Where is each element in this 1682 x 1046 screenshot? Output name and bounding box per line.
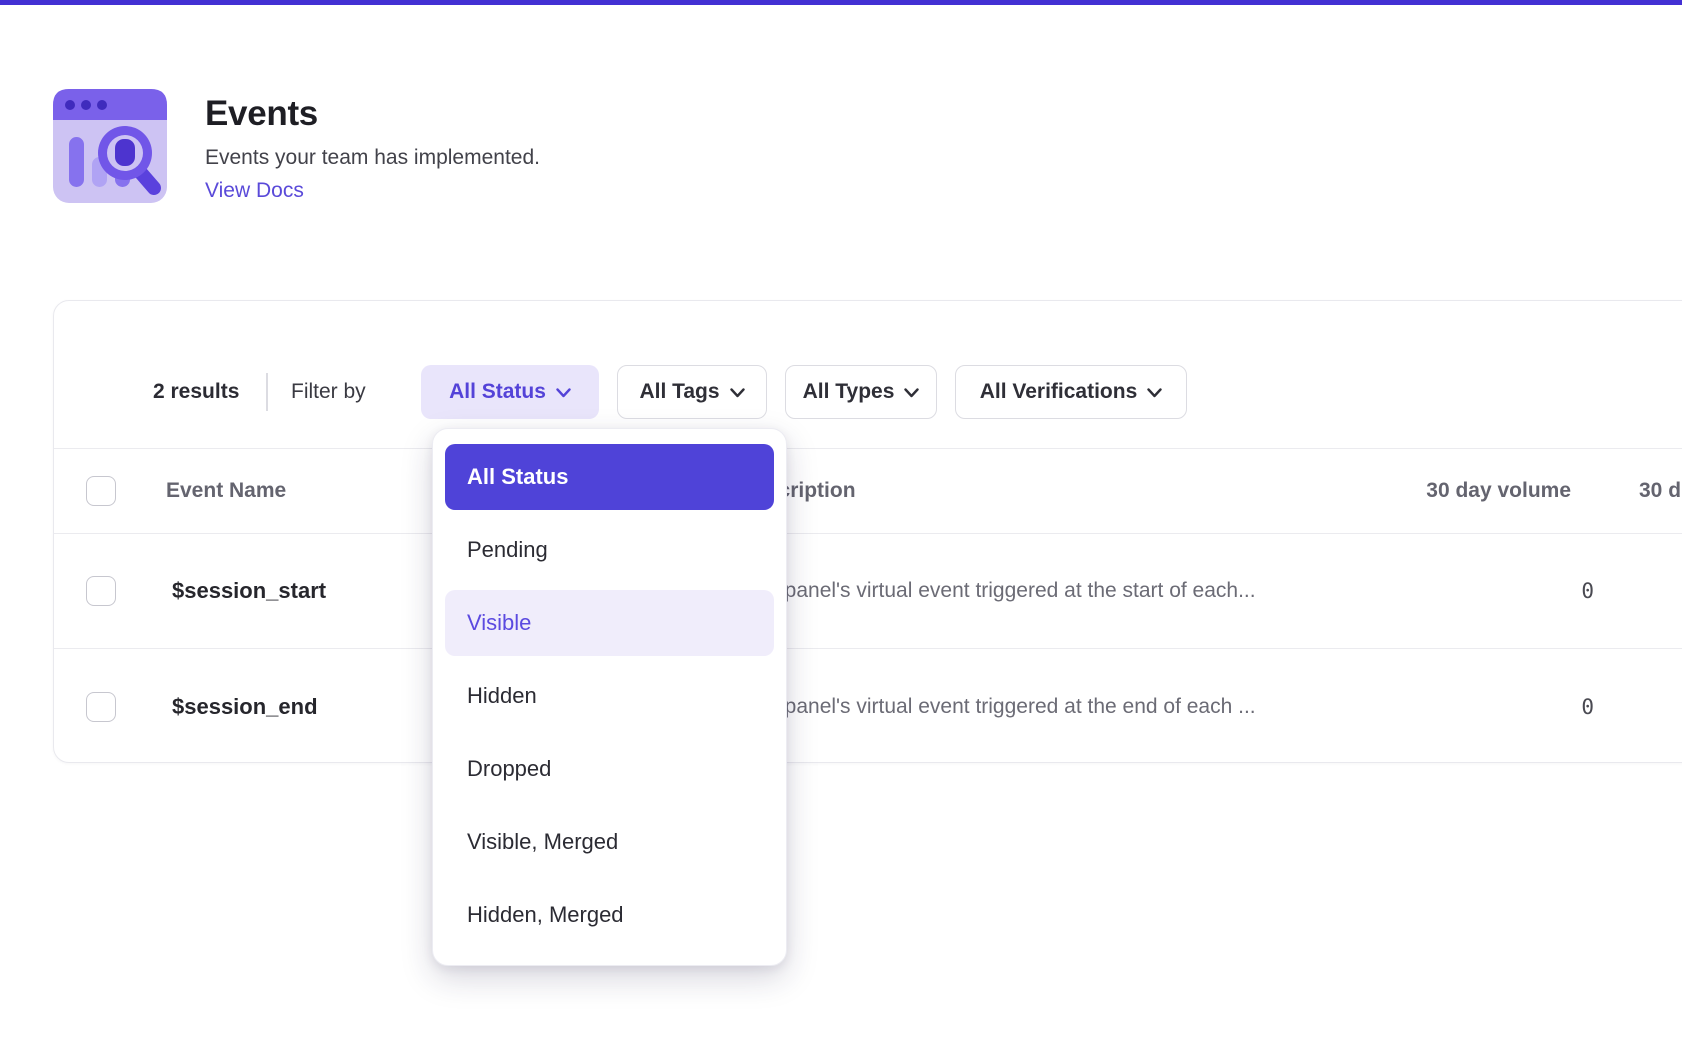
column-header-event-name[interactable]: Event Name bbox=[166, 449, 286, 533]
event-name-cell[interactable]: $session_end bbox=[172, 649, 318, 764]
chevron-down-icon bbox=[1147, 388, 1162, 398]
filter-by-label: Filter by bbox=[291, 365, 366, 419]
results-count: 2 results bbox=[153, 365, 239, 419]
view-docs-link[interactable]: View Docs bbox=[205, 179, 304, 203]
tags-filter-label: All Tags bbox=[639, 380, 719, 404]
chevron-down-icon bbox=[904, 388, 919, 398]
row-checkbox[interactable] bbox=[86, 692, 116, 722]
menu-item-pending[interactable]: Pending bbox=[445, 517, 774, 583]
menu-item-dropped[interactable]: Dropped bbox=[445, 736, 774, 802]
menu-item-all-status[interactable]: All Status bbox=[445, 444, 774, 510]
page-subtitle: Events your team has implemented. bbox=[205, 146, 540, 170]
select-all-checkbox[interactable] bbox=[86, 476, 116, 506]
status-filter-label: All Status bbox=[449, 380, 546, 404]
volume-cell: 0 bbox=[1581, 534, 1594, 648]
menu-item-hidden[interactable]: Hidden bbox=[445, 663, 774, 729]
verifications-filter-button[interactable]: All Verifications bbox=[955, 365, 1187, 419]
events-app-icon bbox=[53, 89, 167, 203]
status-filter-button[interactable]: All Status bbox=[421, 365, 599, 419]
status-dropdown-menu: All Status Pending Visible Hidden Droppe… bbox=[432, 428, 787, 966]
column-header-30-day-volume[interactable]: 30 day volume bbox=[1426, 449, 1571, 533]
table-row[interactable]: $session_start Mixpanel's virtual event … bbox=[54, 534, 1682, 649]
table-row[interactable]: $session_end Mixpanel's virtual event tr… bbox=[54, 649, 1682, 764]
types-filter-button[interactable]: All Types bbox=[785, 365, 937, 419]
column-header-clipped[interactable]: 30 d bbox=[1639, 449, 1681, 533]
tags-filter-button[interactable]: All Tags bbox=[617, 365, 767, 419]
menu-item-visible[interactable]: Visible bbox=[445, 590, 774, 656]
event-description-cell: Mixpanel's virtual event triggered at th… bbox=[752, 534, 1256, 648]
page-title: Events bbox=[205, 94, 540, 134]
event-name-cell[interactable]: $session_start bbox=[172, 534, 326, 648]
chevron-down-icon bbox=[730, 388, 745, 398]
row-checkbox[interactable] bbox=[86, 576, 116, 606]
verifications-filter-label: All Verifications bbox=[980, 380, 1138, 404]
top-accent-bar bbox=[0, 0, 1682, 5]
events-card: 2 results Filter by All Status All Tags … bbox=[53, 300, 1682, 763]
volume-cell: 0 bbox=[1581, 649, 1594, 764]
filterbar-divider bbox=[266, 373, 268, 411]
event-description-cell: Mixpanel's virtual event triggered at th… bbox=[752, 649, 1256, 764]
chevron-down-icon bbox=[556, 388, 571, 398]
table-header-row: Event Name Description 30 day volume 30 … bbox=[54, 448, 1682, 534]
types-filter-label: All Types bbox=[803, 380, 895, 404]
menu-item-visible-merged[interactable]: Visible, Merged bbox=[445, 809, 774, 875]
menu-item-hidden-merged[interactable]: Hidden, Merged bbox=[445, 882, 774, 948]
